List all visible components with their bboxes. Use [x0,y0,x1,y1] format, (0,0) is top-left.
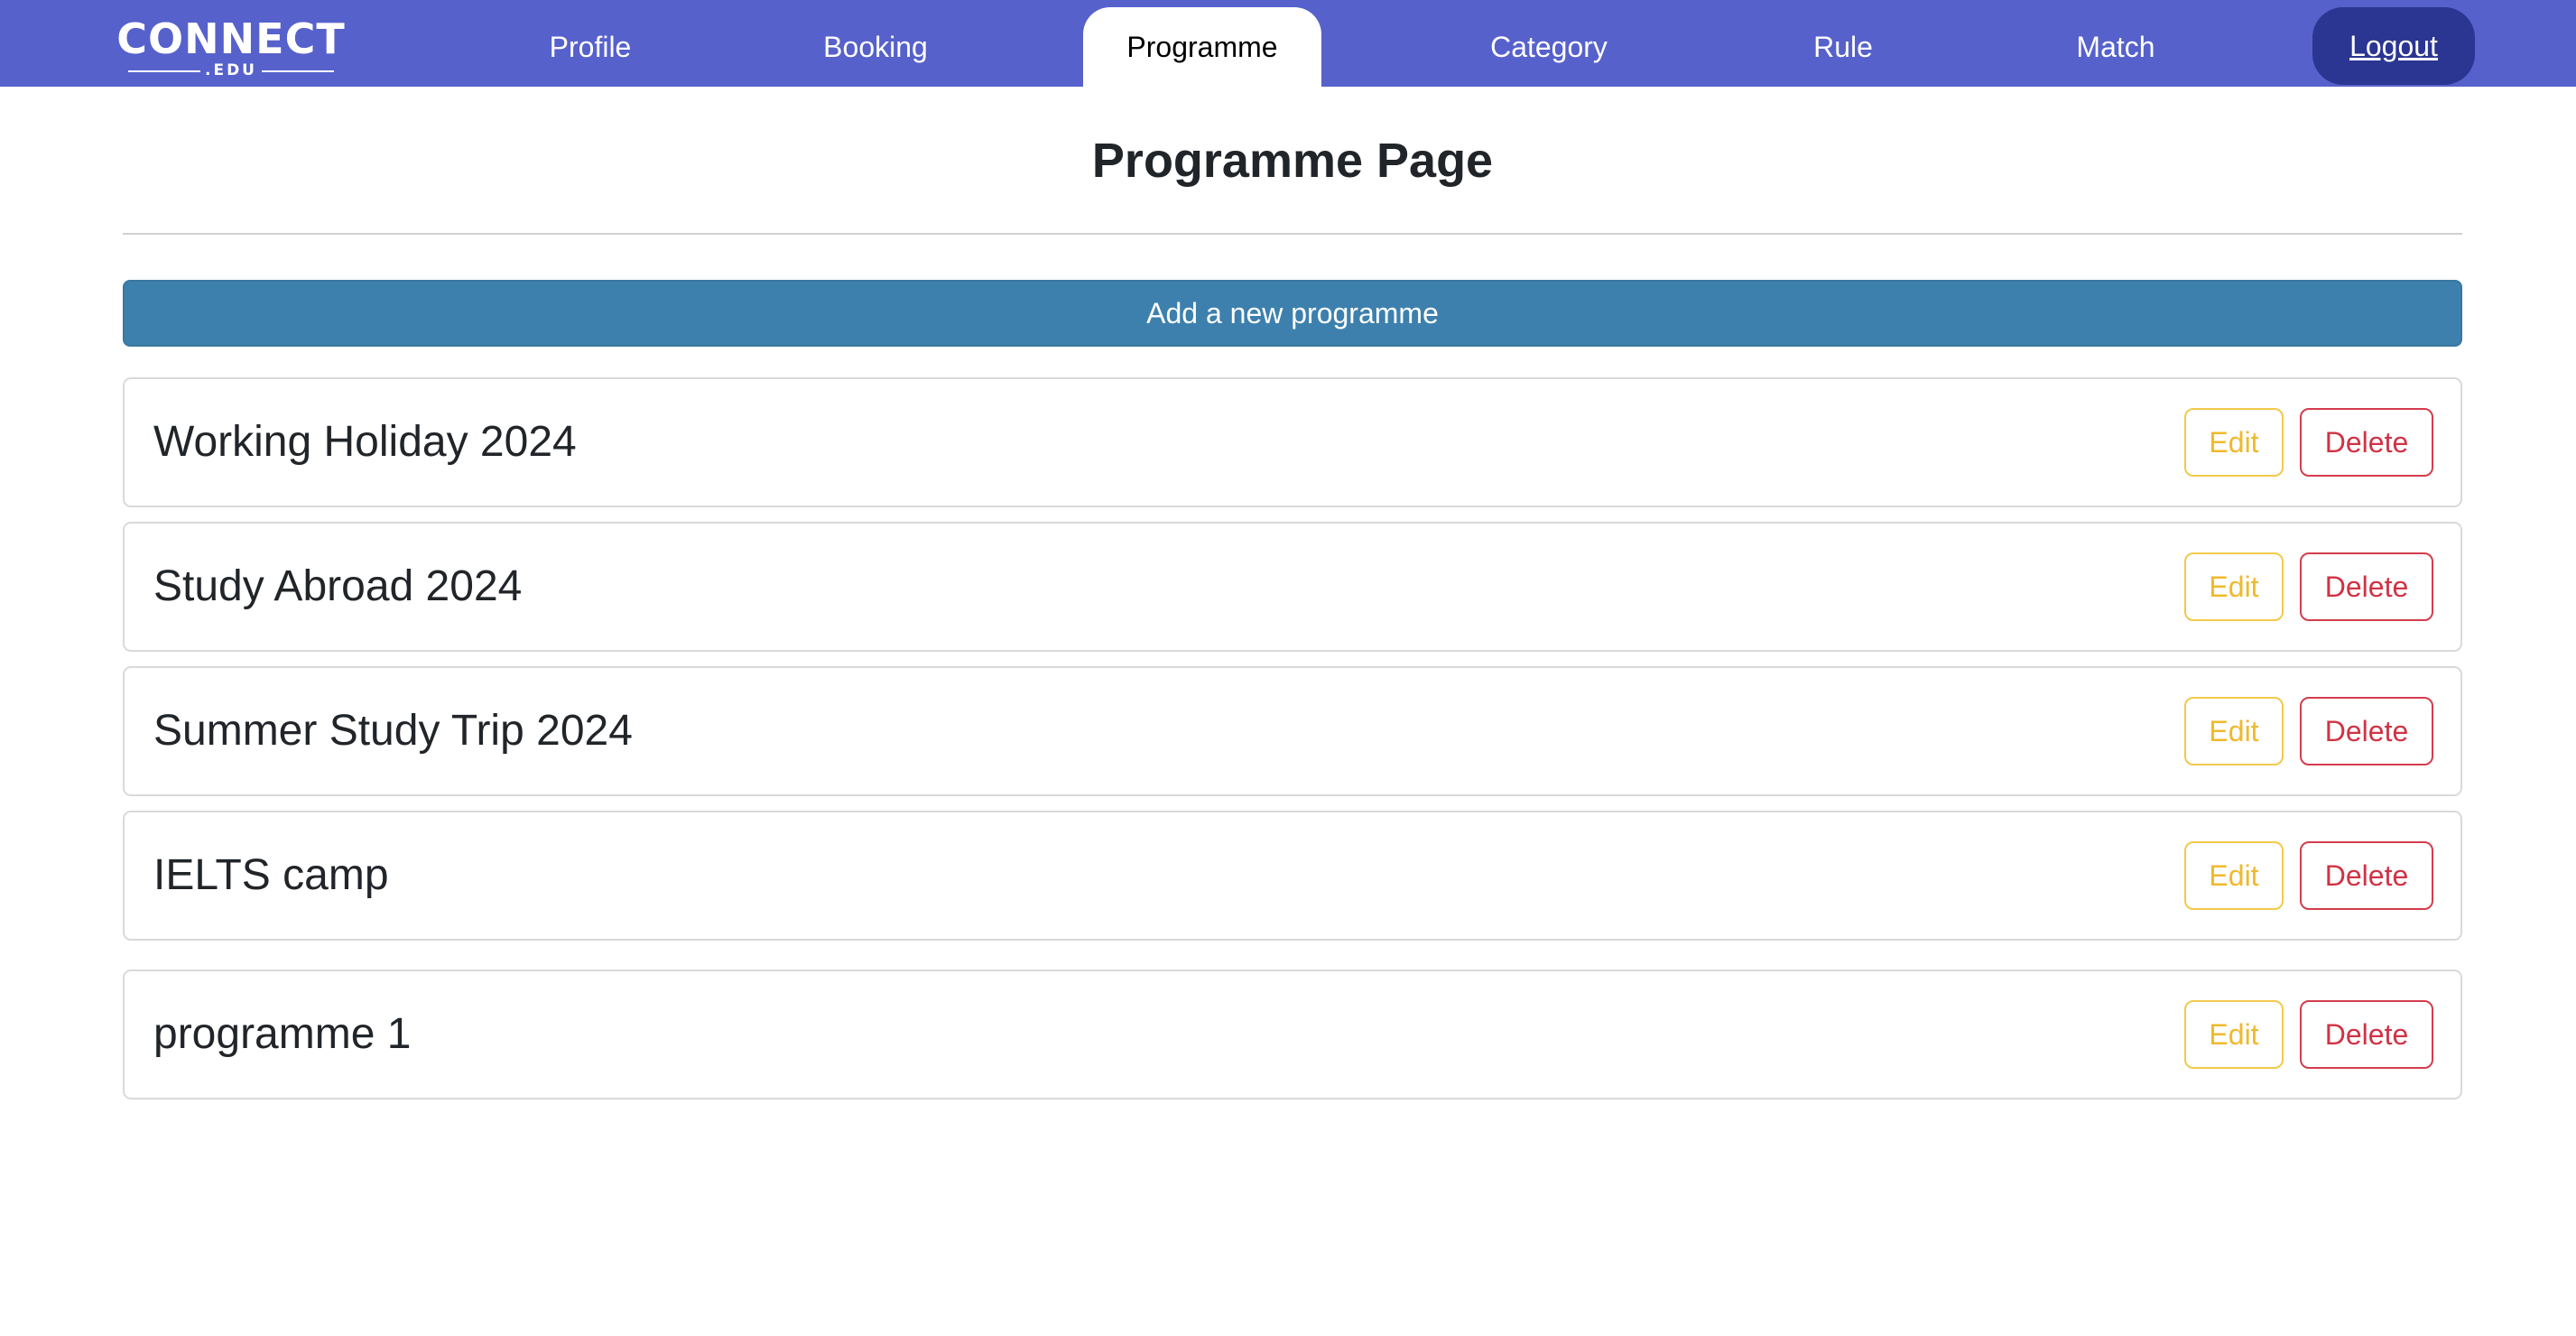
brand-line-right [262,70,334,72]
delete-button[interactable]: Delete [2300,841,2433,910]
programme-name: Working Holiday 2024 [153,418,577,466]
nav-item-match[interactable]: Match [2043,0,2188,87]
programme-name: IELTS camp [153,851,389,899]
delete-button[interactable]: Delete [2300,697,2433,765]
delete-button[interactable]: Delete [2300,1000,2433,1069]
nav-item-category[interactable]: Category [1477,0,1621,87]
brand-logo[interactable]: CONNECT .EDU [112,14,350,79]
brand-suffix: .EDU [205,61,257,79]
edit-button[interactable]: Edit [2184,552,2284,621]
edit-button[interactable]: Edit [2184,841,2284,910]
programme-card: Working Holiday 2024 Edit Delete [123,377,2462,507]
page-title: Programme Page [1091,134,1494,188]
nav-item-profile[interactable]: Profile [518,0,663,87]
edit-button[interactable]: Edit [2184,408,2284,477]
nav-item-booking[interactable]: Booking [803,0,948,87]
top-navbar: CONNECT .EDU Profile Booking Programme C… [0,0,2576,87]
brand-sub-row: .EDU [128,61,334,79]
programme-name: programme 1 [153,1010,412,1058]
delete-button[interactable]: Delete [2300,552,2433,621]
programme-card: Study Abroad 2024 Edit Delete [123,522,2462,652]
edit-button[interactable]: Edit [2184,697,2284,765]
nav-item-programme[interactable]: Programme [1083,7,1321,87]
logout-button[interactable]: Logout [2312,7,2475,85]
title-divider [123,233,2462,235]
brand-line-left [128,70,200,72]
programme-card: IELTS camp Edit Delete [123,811,2462,941]
programme-name: Summer Study Trip 2024 [153,707,633,755]
programme-name: Study Abroad 2024 [153,562,523,610]
programme-card: programme 1 Edit Delete [123,970,2462,1099]
brand-name: CONNECT [116,14,346,63]
add-programme-button[interactable]: Add a new programme [123,280,2462,347]
programme-card: Summer Study Trip 2024 Edit Delete [123,666,2462,796]
delete-button[interactable]: Delete [2300,408,2433,477]
edit-button[interactable]: Edit [2184,1000,2284,1069]
nav-item-rule[interactable]: Rule [1771,0,1915,87]
